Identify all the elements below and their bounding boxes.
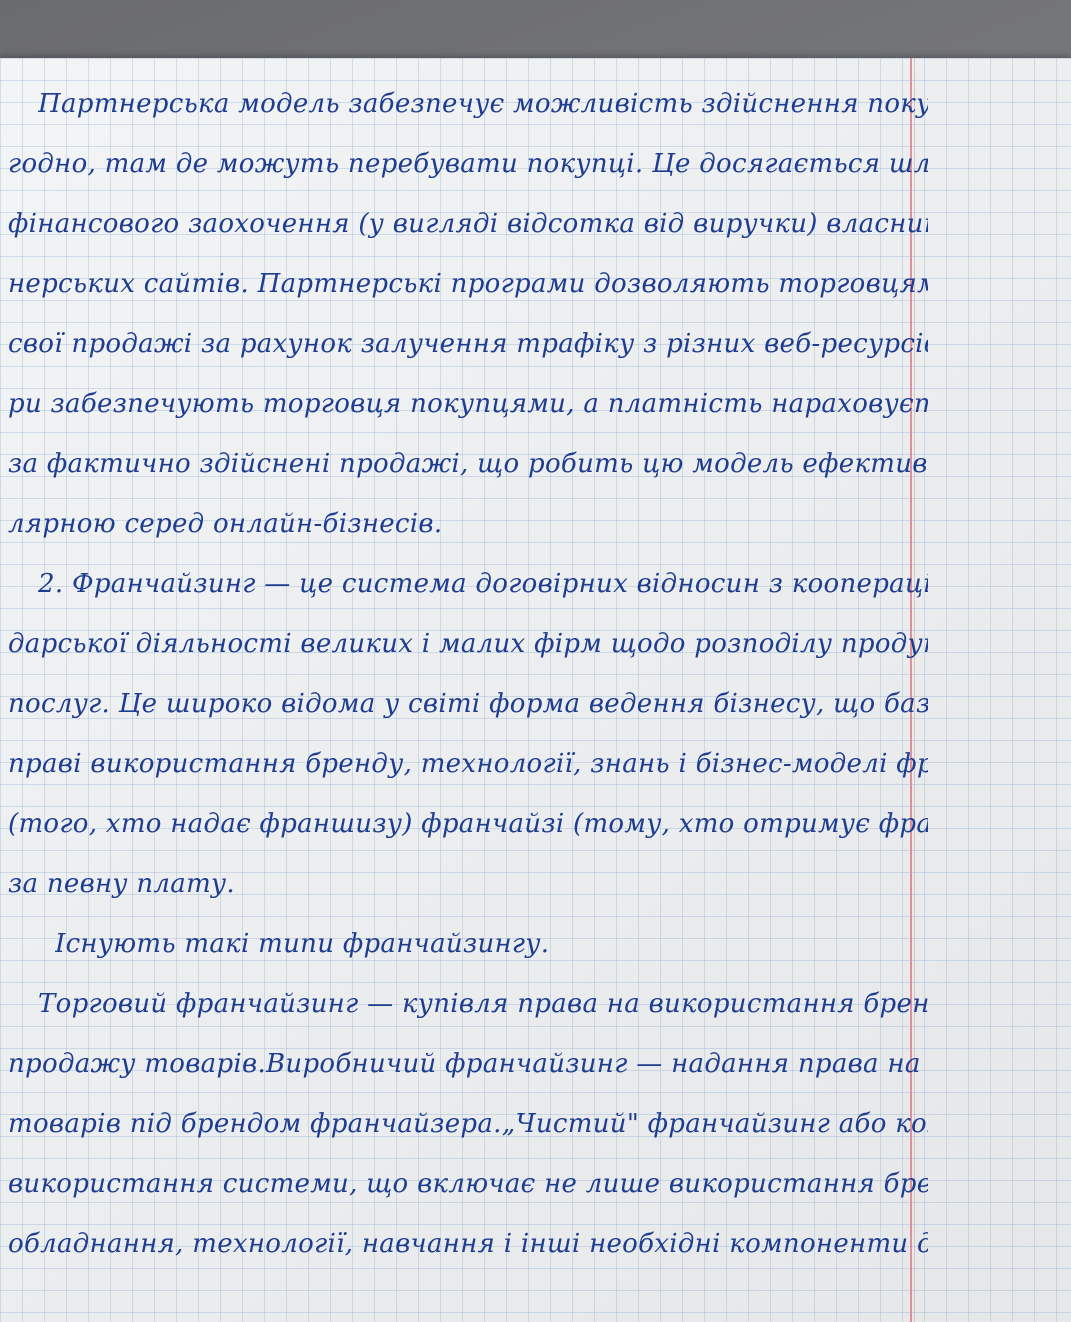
text-line-4: нерських сайтів. Партнерські програми до… — [8, 269, 928, 299]
text-line-8: лярною серед онлайн-бізнесів. — [8, 509, 443, 539]
text-line-16: Торговий франчайзинг — купівля права на … — [38, 989, 928, 1019]
text-line-9: 2. Франчайзинг — це система договірних в… — [38, 569, 928, 599]
text-line-14: за певну плату. — [8, 869, 235, 899]
text-line-6: ри забезпечують торговця покупцями, а пл… — [8, 389, 928, 419]
text-line-1: Партнерська модель забезпечує можливість… — [38, 89, 928, 119]
text-line-11: послуг. Це широко відома у світі форма в… — [8, 689, 928, 719]
text-line-19: використання системи, що включає не лише… — [8, 1169, 928, 1199]
text-line-2: годно, там де можуть перебувати покупці.… — [8, 149, 928, 179]
text-line-12: праві використання бренду, технології, з… — [8, 749, 928, 779]
text-line-7: за фактично здійснені продажі, що робить… — [8, 449, 928, 479]
text-line-15: Існують такі типи франчайзингу. — [55, 929, 550, 959]
notebook-page: Партнерська модель забезпечує можливість… — [0, 58, 1071, 1322]
text-line-13: (того, хто надає франшизу) франчайзі (то… — [8, 809, 928, 839]
text-line-20: обладнання, технології, навчання і інші … — [8, 1229, 928, 1259]
text-line-5: свої продажі за рахунок залучення трафік… — [8, 329, 928, 359]
text-line-3: фінансового заохочення (у вигляді відсот… — [8, 209, 928, 239]
text-line-17: продажу товарів.Виробничий франчайзинг —… — [8, 1049, 928, 1079]
text-line-10: дарської діяльності великих і малих фірм… — [8, 629, 928, 659]
text-line-18: товарів під брендом франчайзера.„Чистий"… — [8, 1109, 928, 1139]
